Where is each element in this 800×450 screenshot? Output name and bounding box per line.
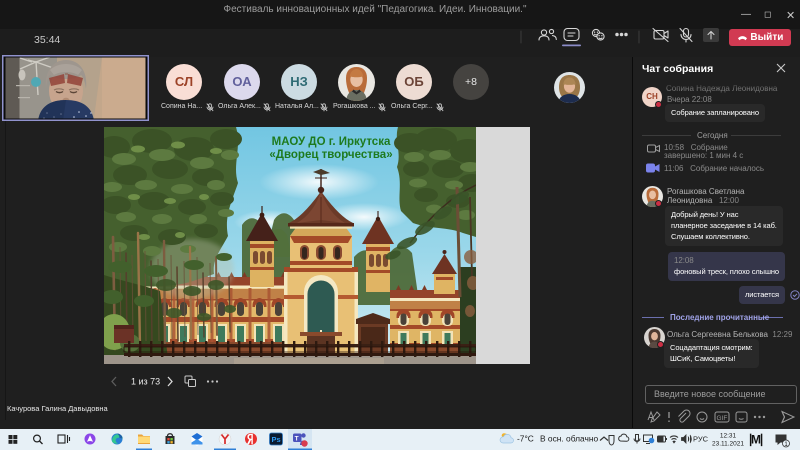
svg-text:-7°C: -7°C (517, 434, 534, 444)
svg-text:12:31: 12:31 (720, 433, 737, 440)
svg-text:В осн. облачно: В осн. облачно (540, 434, 598, 444)
svg-text:GIF: GIF (717, 415, 728, 422)
svg-text:РУС: РУС (693, 435, 709, 444)
svg-text:«Дворец творчества»: «Дворец творчества» (269, 149, 392, 161)
svg-text:T: T (295, 436, 299, 443)
svg-text:1 из 73: 1 из 73 (131, 377, 160, 387)
svg-text:Ps: Ps (272, 435, 281, 444)
svg-text:⎹M⎸: ⎹M⎸ (739, 433, 773, 447)
svg-text:МАОУ ДО г. Иркутска: МАОУ ДО г. Иркутска (272, 136, 391, 148)
